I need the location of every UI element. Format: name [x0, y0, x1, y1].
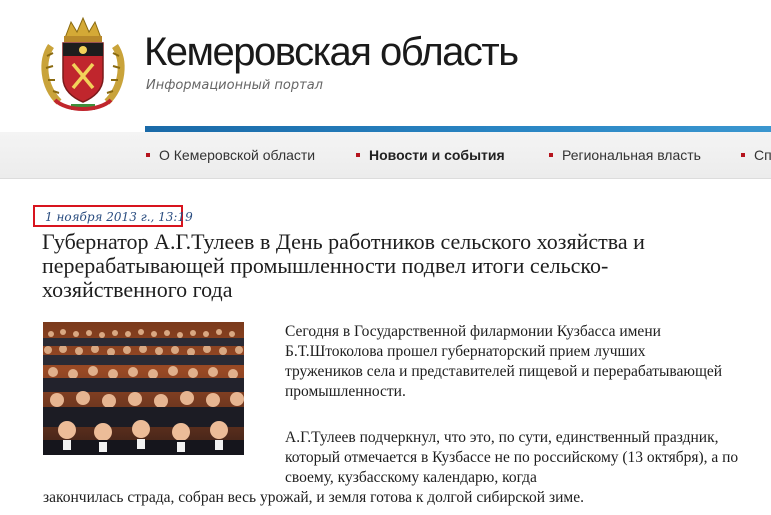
article-paragraph: А.Г.Тулеев подчеркнул, что это, по сути,…	[285, 429, 739, 486]
nav-item-regional-government[interactable]: Региональная власть	[549, 147, 701, 163]
article-paragraph: закончилась страда, собран весь урожай, …	[43, 489, 584, 506]
nav-item-label: О Кемеровской области	[159, 147, 316, 163]
site-subtitle: Информационный портал	[146, 78, 323, 93]
nav-item-about-region[interactable]: О Кемеровской области	[146, 147, 315, 163]
article-photo[interactable]	[43, 322, 244, 455]
nav-item-more[interactable]: Сп	[741, 147, 771, 163]
site-title[interactable]: Кемеровская область	[144, 30, 519, 75]
coat-of-arms-icon[interactable]	[37, 16, 129, 114]
article-paragraph: Сегодня в Государственной филармонии Куз…	[285, 323, 723, 400]
nav-item-news[interactable]: Новости и события	[356, 147, 505, 163]
site-header: Кемеровская область Информационный порта…	[0, 0, 771, 128]
nav-bullet-icon	[741, 153, 745, 158]
main-navigation: О Кемеровской области Новости и события …	[0, 132, 771, 179]
article-date-highlight: 1 ноября 2013 г., 13:19	[33, 205, 193, 227]
nav-bullet-icon	[549, 153, 553, 158]
nav-item-label: Сп	[754, 147, 771, 163]
nav-bullet-icon	[146, 153, 150, 158]
article-date: 1 ноября 2013 г., 13:19	[45, 210, 193, 224]
nav-bullet-icon	[356, 153, 360, 158]
nav-item-label: Региональная власть	[562, 147, 701, 163]
nav-item-label: Новости и события	[369, 147, 505, 163]
article-headline: Губернатор А.Г.Тулеев в День работников …	[42, 229, 645, 302]
